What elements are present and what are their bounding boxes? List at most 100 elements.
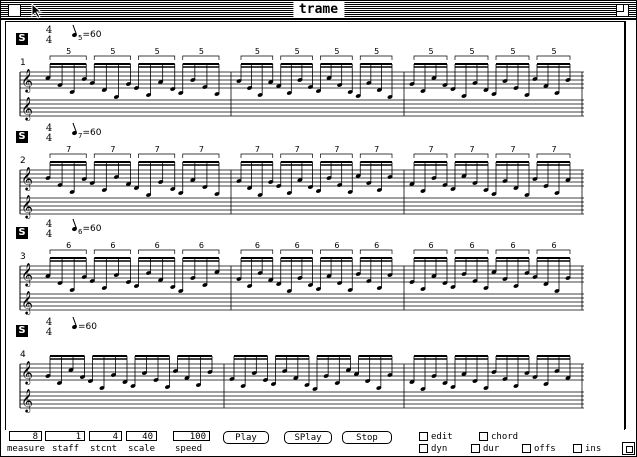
tuplet-number: 7 [155, 145, 160, 154]
tuplet-bracket [240, 55, 274, 60]
tuplet-bracket [182, 153, 220, 158]
score-area[interactable]: S 44 5=60 1 S 44 7=60 2 S 44 6=60 3 S 44… [5, 21, 625, 431]
stcnt-field[interactable]: 4 [89, 431, 122, 442]
treble-clef-icon: 𝄞 [21, 68, 33, 93]
tuplet-bracket [93, 249, 131, 254]
stop-button[interactable]: Stop [342, 431, 392, 444]
tuplet-bracket [320, 153, 353, 158]
staff-field[interactable]: 1 [45, 431, 85, 442]
checkbox-icon [573, 444, 582, 453]
tuplet-bracket [280, 55, 313, 60]
tuplet-bracket [182, 55, 220, 60]
close-box[interactable] [8, 4, 21, 17]
dyn-checkbox[interactable]: dyn [419, 444, 447, 454]
tuplet-bracket [495, 55, 530, 60]
tuplet-number: 6 [110, 241, 115, 250]
tuplet-bracket [359, 55, 393, 60]
tuplet-bracket [240, 249, 274, 254]
tuplet-number: 6 [295, 241, 300, 250]
stcnt-label: stcnt [90, 444, 118, 454]
tuplet-bracket [49, 55, 87, 60]
speed-label: speed [175, 444, 203, 454]
tuplet-bracket [49, 153, 87, 158]
tuplet-bracket [138, 153, 176, 158]
tuplet-number: 7 [470, 145, 475, 154]
tuplet-bracket [495, 249, 530, 254]
window-title: trame [292, 2, 345, 18]
tuplet-bracket [320, 55, 353, 60]
tuplet-number: 6 [470, 241, 475, 250]
tuplet-bracket [454, 249, 489, 254]
edit-checkbox[interactable]: edit [419, 432, 453, 442]
tuplet-number: 7 [255, 145, 260, 154]
tuplet-number: 6 [429, 241, 434, 250]
notation-canvas[interactable]: 𝄞 𝄞 5 5 5 5 5 5 5 5 5 5 5 5 𝄞 𝄞 7 7 7 7 7 7 7 7 7 7 7 7 𝄞 𝄞 6 6 6 6 6 6 6 6 6 6… [6, 22, 624, 430]
tuplet-number: 5 [155, 47, 160, 56]
tuplet-number: 7 [295, 145, 300, 154]
speed-field[interactable]: 100 [173, 431, 210, 442]
tuplet-number: 7 [334, 145, 339, 154]
title-bar[interactable]: trame [1, 1, 636, 20]
grow-box[interactable] [622, 442, 635, 455]
tuplet-bracket [454, 153, 489, 158]
tuplet-bracket [280, 249, 313, 254]
tuplet-bracket [536, 153, 571, 158]
bass-clef-icon: 𝄞 [21, 194, 33, 219]
tuplet-number: 6 [552, 241, 557, 250]
tuplet-number: 5 [374, 47, 379, 56]
tuplet-number: 6 [155, 241, 160, 250]
bass-clef-icon: 𝄞 [21, 96, 33, 121]
tuplet-number: 5 [334, 47, 339, 56]
tuplet-number: 5 [511, 47, 516, 56]
tuplet-number: 5 [66, 47, 71, 56]
scale-label: scale [128, 444, 156, 454]
checkbox-icon [522, 444, 531, 453]
tuplet-bracket [93, 153, 131, 158]
tuplet-number: 6 [66, 241, 71, 250]
checkbox-icon [419, 432, 428, 441]
tuplet-bracket [182, 249, 220, 254]
tuplet-number: 7 [429, 145, 434, 154]
tuplet-number: 6 [374, 241, 379, 250]
dur-checkbox[interactable]: dur [471, 444, 499, 454]
tuplet-bracket [495, 153, 530, 158]
tuplet-bracket [138, 55, 176, 60]
arrow-cursor-icon [31, 3, 43, 19]
vertical-scrollbar[interactable] [625, 21, 636, 429]
checkbox-icon [471, 444, 480, 453]
tuplet-bracket [413, 153, 448, 158]
tuplet-number: 7 [552, 145, 557, 154]
tuplet-number: 6 [199, 241, 204, 250]
tuplet-bracket [413, 55, 448, 60]
tuplet-number: 5 [295, 47, 300, 56]
tuplet-bracket [359, 153, 393, 158]
zoom-box[interactable] [616, 4, 629, 17]
tuplet-bracket [280, 153, 313, 158]
tuplet-bracket [359, 249, 393, 254]
measure-field[interactable]: 8 [9, 431, 42, 442]
control-bar: 8 1 4 40 100 measure staff stcnt scale s… [1, 430, 636, 456]
treble-clef-icon: 𝄞 [21, 166, 33, 191]
tuplet-number: 5 [110, 47, 115, 56]
checkbox-icon [419, 444, 428, 453]
tuplet-number: 7 [511, 145, 516, 154]
offs-checkbox[interactable]: offs [522, 444, 556, 454]
tuplet-number: 6 [511, 241, 516, 250]
tuplet-bracket [240, 153, 274, 158]
chord-checkbox[interactable]: chord [479, 432, 518, 442]
checkbox-icon [479, 432, 488, 441]
tuplet-bracket [93, 55, 131, 60]
ins-checkbox[interactable]: ins [573, 444, 601, 454]
staff-label: staff [52, 444, 80, 454]
measure-label: measure [7, 444, 45, 454]
tuplet-number: 5 [470, 47, 475, 56]
tuplet-bracket [536, 249, 571, 254]
tuplet-number: 5 [552, 47, 557, 56]
play-button[interactable]: Play [223, 431, 269, 444]
tuplet-bracket [320, 249, 353, 254]
tuplet-number: 6 [255, 241, 260, 250]
tuplet-number: 5 [199, 47, 204, 56]
tuplet-number: 5 [255, 47, 260, 56]
scale-field[interactable]: 40 [126, 431, 157, 442]
splay-button[interactable]: SPlay [284, 431, 332, 444]
